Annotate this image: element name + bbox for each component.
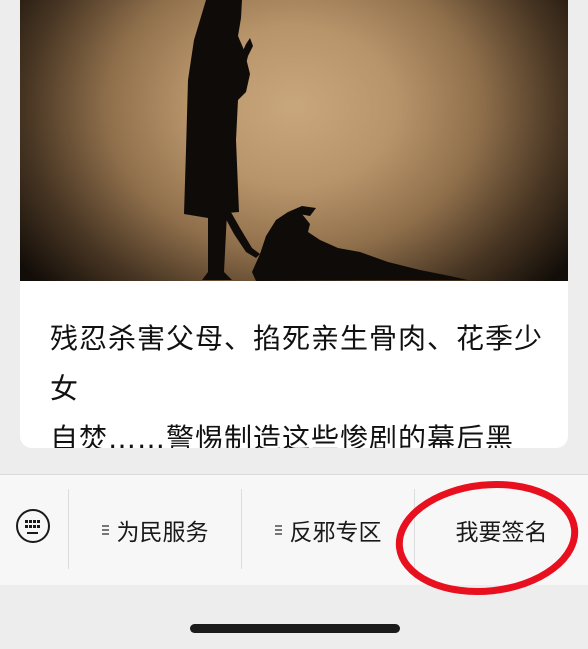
menu-item-anti-cult[interactable]: 反邪专区 <box>242 475 414 585</box>
article-card[interactable]: 残忍杀害父母、掐死亲生骨肉、花季少女 自焚……警惕制造这些惨剧的幕后黑手！ <box>20 0 568 448</box>
official-account-menu-bar: 为民服务 反邪专区 我要签名 <box>0 474 588 585</box>
article-cover-image <box>20 0 568 281</box>
home-indicator[interactable] <box>190 624 400 633</box>
menu-item-label: 我要签名 <box>455 520 548 546</box>
submenu-icon <box>274 524 282 536</box>
article-title-line1: 残忍杀害父母、掐死亲生骨肉、花季少女 <box>50 322 544 405</box>
menu-item-service[interactable]: 为民服务 <box>69 475 241 585</box>
menu-item-label: 反邪专区 <box>289 520 382 546</box>
keyboard-toggle-button[interactable] <box>0 475 68 585</box>
menu-item-sign[interactable]: 我要签名 <box>415 475 588 585</box>
article-title-line2: 自焚……警惕制造这些惨剧的幕后黑手！ <box>50 422 515 448</box>
screen: 残忍杀害父母、掐死亲生骨肉、花季少女 自焚……警惕制造这些惨剧的幕后黑手！ 为民… <box>0 0 588 649</box>
article-title[interactable]: 残忍杀害父母、掐死亲生骨肉、花季少女 自焚……警惕制造这些惨剧的幕后黑手！ <box>50 314 550 448</box>
silhouette-illustration <box>184 0 468 281</box>
keyboard-icon <box>16 509 50 543</box>
menu-item-label: 为民服务 <box>116 520 209 546</box>
submenu-icon <box>101 524 109 536</box>
